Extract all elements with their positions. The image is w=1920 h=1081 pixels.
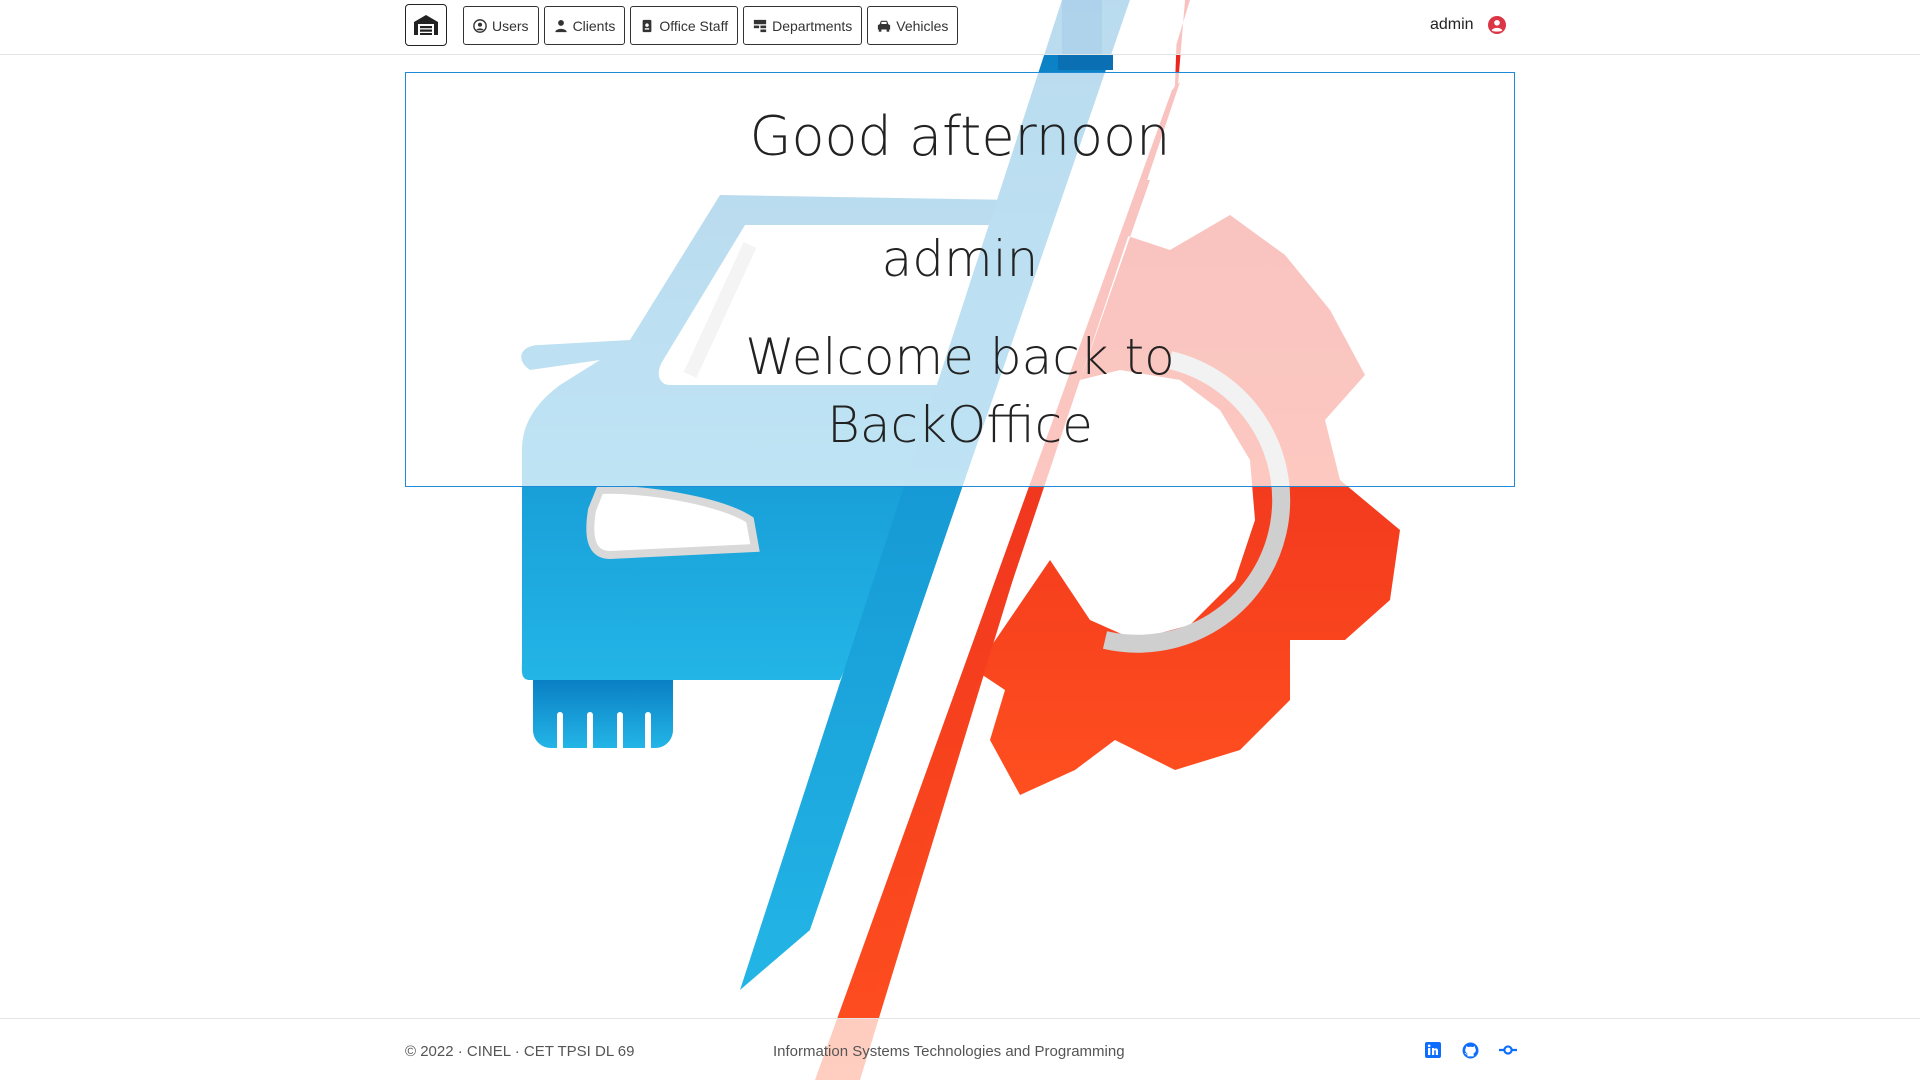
nav-vehicles-label: Vehicles bbox=[896, 17, 949, 34]
nav-departments-button[interactable]: Departments bbox=[743, 6, 863, 45]
welcome-card: Good afternoon admin Welcome back to Bac… bbox=[405, 72, 1515, 487]
footer-course-name: Information Systems Technologies and Pro… bbox=[773, 1043, 1125, 1060]
person-icon bbox=[554, 19, 567, 32]
footer: © 2022 · CINEL · CET TPSI DL 69 Informat… bbox=[0, 1018, 1920, 1081]
linkedin-icon[interactable] bbox=[1425, 1042, 1443, 1060]
nav-users-button[interactable]: Users bbox=[463, 6, 539, 45]
car-icon bbox=[878, 20, 891, 32]
nav-office-staff-label: Office Staff bbox=[659, 17, 729, 34]
greeting-heading: Good afternoon bbox=[749, 105, 1171, 168]
user-menu[interactable]: admin bbox=[1430, 16, 1506, 34]
nav-departments-label: Departments bbox=[772, 17, 853, 34]
welcome-message-line1: Welcome back to bbox=[745, 328, 1175, 386]
git-commit-icon[interactable] bbox=[1499, 1042, 1517, 1060]
nav-clients-label: Clients bbox=[572, 17, 616, 34]
warehouse-icon bbox=[414, 15, 438, 35]
welcome-username: admin bbox=[881, 230, 1039, 288]
nav-clients-button[interactable]: Clients bbox=[543, 6, 626, 45]
nav-menu: Users Clients Office Staff Departments V… bbox=[463, 6, 959, 45]
user-circle-icon bbox=[473, 18, 487, 33]
top-navbar: Users Clients Office Staff Departments V… bbox=[0, 0, 1920, 55]
user-circle-icon[interactable] bbox=[1487, 16, 1506, 34]
footer-social-links bbox=[1425, 1042, 1517, 1060]
nav-office-staff-button[interactable]: Office Staff bbox=[630, 6, 739, 45]
footer-copyright: © 2022 · CINEL · CET TPSI DL 69 bbox=[405, 1043, 635, 1060]
nav-vehicles-button[interactable]: Vehicles bbox=[867, 6, 959, 45]
github-icon[interactable] bbox=[1462, 1042, 1480, 1060]
home-brand-button[interactable] bbox=[405, 4, 447, 46]
id-badge-icon bbox=[642, 19, 652, 32]
user-name: admin bbox=[1430, 16, 1474, 33]
welcome-message-line2: BackOffice bbox=[827, 396, 1093, 454]
welcome-message: Welcome back to BackOffice bbox=[406, 323, 1514, 459]
sitemap-icon bbox=[753, 19, 767, 32]
nav-users-label: Users bbox=[492, 17, 529, 34]
